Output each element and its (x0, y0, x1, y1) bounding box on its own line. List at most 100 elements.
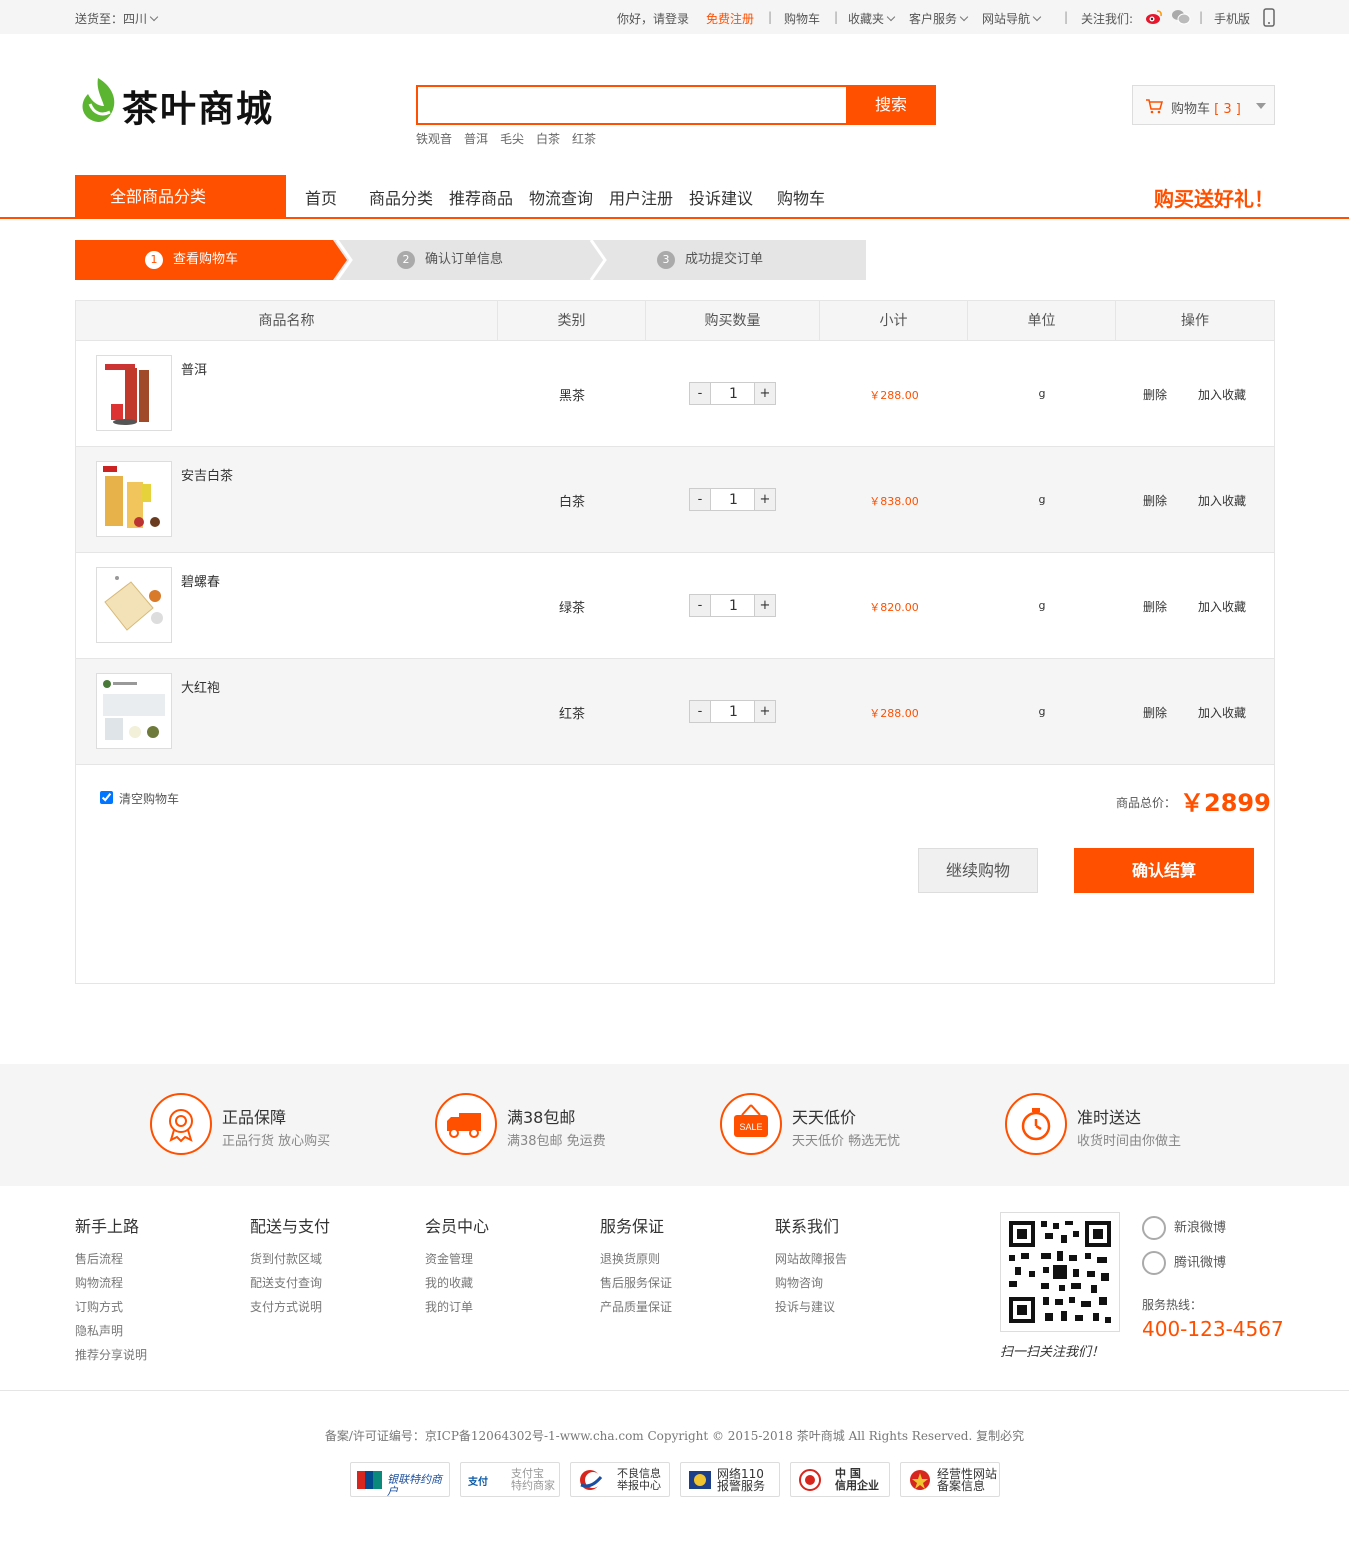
website-record-badge[interactable]: 经营性网站 备案信息 (900, 1462, 1000, 1497)
quantity-input[interactable]: 1 (712, 489, 755, 510)
footer-link[interactable]: 推荐分享说明 (75, 1346, 147, 1363)
column-header: 类别 (498, 301, 646, 341)
logo-text[interactable]: 茶叶商城 (122, 80, 274, 132)
nav-register[interactable]: 用户注册 (609, 185, 673, 209)
footer-divider (0, 1390, 1349, 1391)
sina-weibo-link[interactable]: 新浪微博 (1142, 1216, 1226, 1240)
wechat-icon[interactable] (1171, 9, 1191, 25)
mobile-phone-icon[interactable] (1263, 8, 1275, 27)
quantity-stepper: - 1 + (689, 382, 776, 405)
footer-link[interactable]: 购物流程 (75, 1274, 123, 1291)
decrease-button[interactable]: - (690, 701, 711, 722)
unit: g (1038, 387, 1046, 400)
increase-button[interactable]: + (754, 489, 775, 510)
unionpay-icon (357, 1471, 382, 1489)
footer-link[interactable]: 售后服务保证 (600, 1274, 672, 1291)
delete-link[interactable]: 删除 (1143, 704, 1167, 721)
decrease-button[interactable]: - (690, 489, 711, 510)
nav-cart[interactable]: 购物车 (777, 185, 825, 209)
product-image[interactable] (96, 567, 172, 643)
footer-link[interactable]: 投诉与建议 (775, 1298, 835, 1315)
footer-link[interactable]: 配送支付查询 (250, 1274, 322, 1291)
login-link[interactable]: 你好，请登录 (617, 10, 689, 27)
increase-button[interactable]: + (754, 701, 775, 722)
weibo-icon[interactable] (1145, 9, 1163, 25)
footer-link[interactable]: 退换货原则 (600, 1250, 660, 1267)
quantity-input[interactable]: 1 (712, 383, 755, 404)
checkbox[interactable] (100, 791, 113, 804)
report-center-badge[interactable]: 不良信息 举报中心 (570, 1462, 670, 1497)
logo-leaf-icon[interactable] (76, 76, 120, 126)
hot-word-link[interactable]: 普洱 (464, 130, 488, 147)
sale-tag-icon: SALE (720, 1093, 782, 1155)
police-110-badge[interactable]: 网络110 报警服务 (680, 1462, 780, 1497)
favorites-menu[interactable]: 收藏夹 (848, 10, 896, 27)
hot-word-link[interactable]: 铁观音 (416, 130, 452, 147)
site-nav-menu[interactable]: 网站导航 (982, 10, 1042, 27)
delete-link[interactable]: 删除 (1143, 386, 1167, 403)
nav-categories[interactable]: 商品分类 (369, 185, 433, 209)
register-link[interactable]: 免费注册 (706, 10, 754, 27)
column-header: 商品名称 (76, 301, 498, 341)
nav-logistics[interactable]: 物流查询 (529, 185, 593, 209)
hot-word-link[interactable]: 白茶 (536, 130, 560, 147)
footer-link[interactable]: 售后流程 (75, 1250, 123, 1267)
step-divider (335, 240, 353, 280)
footer-link[interactable]: 订购方式 (75, 1298, 123, 1315)
clear-cart-checkbox[interactable]: 清空购物车 (100, 790, 179, 807)
add-favorite-link[interactable]: 加入收藏 (1198, 704, 1246, 721)
increase-button[interactable]: + (754, 383, 775, 404)
product-name[interactable]: 大红袍 (181, 677, 220, 696)
badge-line: 备案信息 (937, 1479, 986, 1493)
product-image[interactable] (96, 461, 172, 537)
alipay-badge[interactable]: 支付 支付宝 特约商家 (460, 1462, 560, 1497)
product-name[interactable]: 安吉白茶 (181, 465, 233, 484)
footer-link[interactable]: 隐私声明 (75, 1322, 123, 1339)
unionpay-badge[interactable]: 银联特约商户 (350, 1462, 450, 1497)
decrease-button[interactable]: - (690, 595, 711, 616)
footer-link[interactable]: 资金管理 (425, 1250, 473, 1267)
checkout-button[interactable]: 确认结算 (1074, 848, 1254, 893)
header-cart-button[interactable]: 购物车 [ 3 ] (1132, 85, 1275, 125)
product-category: 黑茶 (558, 389, 585, 404)
nav-recommended[interactable]: 推荐商品 (449, 185, 513, 209)
footer-link[interactable]: 我的订单 (425, 1298, 473, 1315)
customer-service-menu[interactable]: 客户服务 (909, 10, 969, 27)
quantity-input[interactable]: 1 (712, 701, 755, 722)
product-image[interactable] (96, 673, 172, 749)
hot-word-link[interactable]: 红茶 (572, 130, 596, 147)
decrease-button[interactable]: - (690, 383, 711, 404)
footer-link[interactable]: 网站故障报告 (775, 1250, 847, 1267)
delete-link[interactable]: 删除 (1143, 598, 1167, 615)
credit-enterprise-badge[interactable]: 中 国信用企业 (790, 1462, 890, 1497)
service-guarantees: 正品保障 正品行货 放心购买 满38包邮 满38包邮 免运费 SALE 天天低价… (0, 1064, 1349, 1186)
footer-link[interactable]: 产品质量保证 (600, 1298, 672, 1315)
footer-link[interactable]: 我的收藏 (425, 1274, 473, 1291)
product-image[interactable] (96, 355, 172, 431)
hot-word-link[interactable]: 毛尖 (500, 130, 524, 147)
continue-shopping-button[interactable]: 继续购物 (918, 848, 1038, 893)
mobile-link[interactable]: 手机版 (1214, 10, 1250, 27)
product-name[interactable]: 普洱 (181, 359, 207, 378)
quantity-input[interactable]: 1 (712, 595, 755, 616)
triangle-down-icon (1256, 103, 1266, 109)
nav-home[interactable]: 首页 (305, 185, 337, 209)
all-categories-button[interactable]: 全部商品分类 (75, 175, 286, 218)
add-favorite-link[interactable]: 加入收藏 (1198, 386, 1246, 403)
footer-link[interactable]: 支付方式说明 (250, 1298, 322, 1315)
add-favorite-link[interactable]: 加入收藏 (1198, 492, 1246, 509)
add-favorite-link[interactable]: 加入收藏 (1198, 598, 1246, 615)
ship-to-selector[interactable]: 送货至：四川 (75, 10, 159, 27)
footer-link[interactable]: 货到付款区域 (250, 1250, 322, 1267)
delete-link[interactable]: 删除 (1143, 492, 1167, 509)
product-name[interactable]: 碧螺春 (181, 571, 220, 590)
tencent-weibo-link[interactable]: 腾讯微博 (1142, 1251, 1226, 1275)
search-button[interactable]: 搜索 (846, 85, 936, 125)
increase-button[interactable]: + (754, 595, 775, 616)
service-title: 天天低价 (792, 1108, 857, 1127)
chevron-down-icon (149, 12, 159, 22)
footer-link[interactable]: 购物咨询 (775, 1274, 823, 1291)
topbar-cart-link[interactable]: 购物车 (784, 10, 820, 27)
search-input[interactable] (418, 87, 846, 123)
nav-complaints[interactable]: 投诉建议 (689, 185, 753, 209)
